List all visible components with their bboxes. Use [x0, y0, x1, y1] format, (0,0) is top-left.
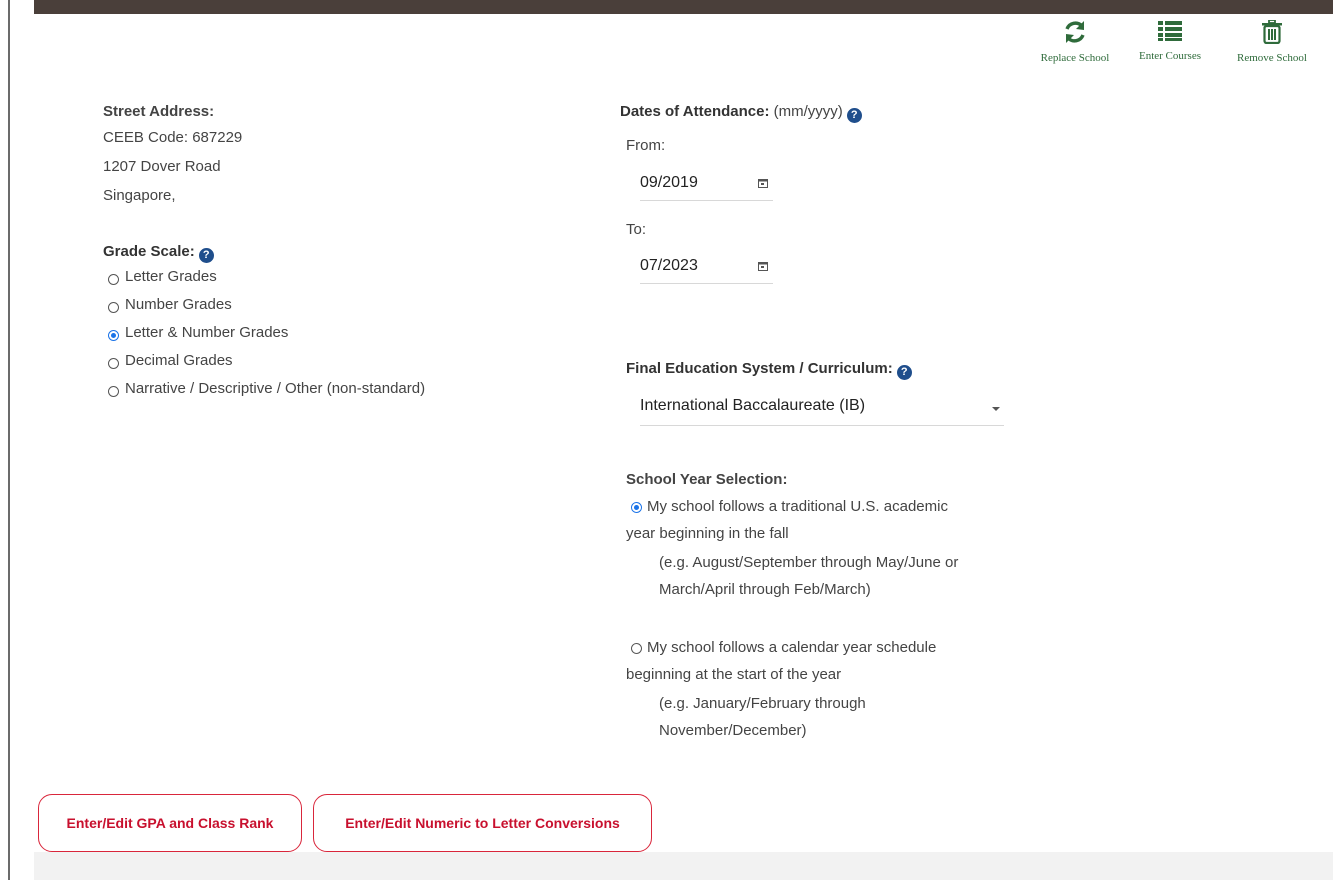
date-format-hint: (mm/yyyy)	[773, 103, 843, 120]
trash-icon	[1262, 20, 1282, 44]
calendar-icon[interactable]	[758, 178, 768, 188]
from-date-value: 09/2019	[640, 174, 698, 191]
curriculum-heading-row: Final Education System / Curriculum:?	[626, 360, 912, 380]
street-line: 1207 Dover Road	[103, 158, 221, 175]
enter-courses-button[interactable]: Enter Courses	[1128, 20, 1212, 62]
top-bar	[34, 0, 1333, 14]
grade-scale-radio[interactable]	[108, 358, 119, 369]
edit-numeric-letter-conversions-button[interactable]: Enter/Edit Numeric to Letter Conversions	[313, 794, 652, 852]
from-date-field[interactable]: 09/2019	[640, 168, 773, 201]
curriculum-heading: Final Education System / Curriculum:	[626, 360, 893, 377]
grade-scale-option-label: Letter & Number Grades	[125, 324, 289, 341]
grade-scale-radio[interactable]	[108, 302, 119, 313]
grade-scale-heading: Grade Scale:	[103, 243, 195, 260]
ceeb-code: CEEB Code: 687229	[103, 129, 243, 146]
grade-scale-option-label: Decimal Grades	[125, 352, 233, 369]
list-icon	[1158, 21, 1182, 41]
calendar-icon[interactable]	[758, 261, 768, 271]
school-year-heading: School Year Selection:	[626, 471, 788, 488]
curriculum-selected-value: International Baccalaureate (IB)	[640, 397, 866, 414]
grade-scale-option-label: Letter Grades	[125, 268, 217, 285]
help-icon[interactable]: ?	[896, 365, 912, 380]
help-icon[interactable]: ?	[198, 248, 214, 263]
to-date-field[interactable]: 07/2023	[640, 251, 773, 284]
school-year-opt1-line2: year beginning in the fall	[626, 525, 789, 542]
school-year-opt2-example1: (e.g. January/February through	[659, 695, 866, 712]
city-line: Singapore,	[103, 187, 176, 204]
school-year-opt1-example2: March/April through Feb/March)	[659, 581, 871, 598]
school-actions-toolbar: Replace School Enter Courses Remove Scho…	[1030, 20, 1333, 80]
school-year-opt1-example1: (e.g. August/September through May/June …	[659, 554, 959, 571]
school-year-traditional-radio[interactable]	[631, 502, 642, 513]
street-address-heading: Street Address:	[103, 103, 215, 120]
edit-gpa-class-rank-button[interactable]: Enter/Edit GPA and Class Rank	[38, 794, 302, 852]
replace-school-button[interactable]: Replace School	[1030, 20, 1120, 64]
chevron-down-icon	[992, 407, 1000, 411]
dates-heading-row: Dates of Attendance: (mm/yyyy)?	[620, 103, 862, 123]
school-year-opt2-line1: My school follows a calendar year schedu…	[647, 639, 937, 656]
replace-school-label: Replace School	[1040, 52, 1110, 64]
school-year-opt1-line1: My school follows a traditional U.S. aca…	[647, 498, 948, 515]
remove-school-label: Remove School	[1237, 52, 1307, 64]
grade-scale-radio[interactable]	[108, 274, 119, 285]
footer-bar	[34, 852, 1333, 880]
curriculum-select[interactable]: International Baccalaureate (IB)	[640, 391, 1004, 426]
remove-school-button[interactable]: Remove School	[1222, 20, 1322, 64]
school-year-calendar-radio[interactable]	[631, 643, 642, 654]
school-year-opt2-line2: beginning at the start of the year	[626, 666, 842, 683]
grade-scale-option-label: Narrative / Descriptive / Other (non-sta…	[125, 380, 426, 397]
to-label: To:	[626, 221, 647, 238]
help-icon[interactable]: ?	[846, 108, 862, 123]
to-date-value: 07/2023	[640, 257, 698, 274]
grade-scale-radio[interactable]	[108, 330, 119, 341]
enter-courses-label: Enter Courses	[1138, 50, 1201, 62]
grade-scale-option-label: Number Grades	[125, 296, 232, 313]
refresh-icon	[1065, 21, 1085, 43]
school-year-opt2-example2: November/December)	[659, 722, 807, 739]
from-label: From:	[626, 137, 666, 154]
grade-scale-heading-row: Grade Scale:?	[103, 243, 214, 263]
dates-heading: Dates of Attendance:	[620, 103, 770, 120]
grade-scale-radio[interactable]	[108, 386, 119, 397]
